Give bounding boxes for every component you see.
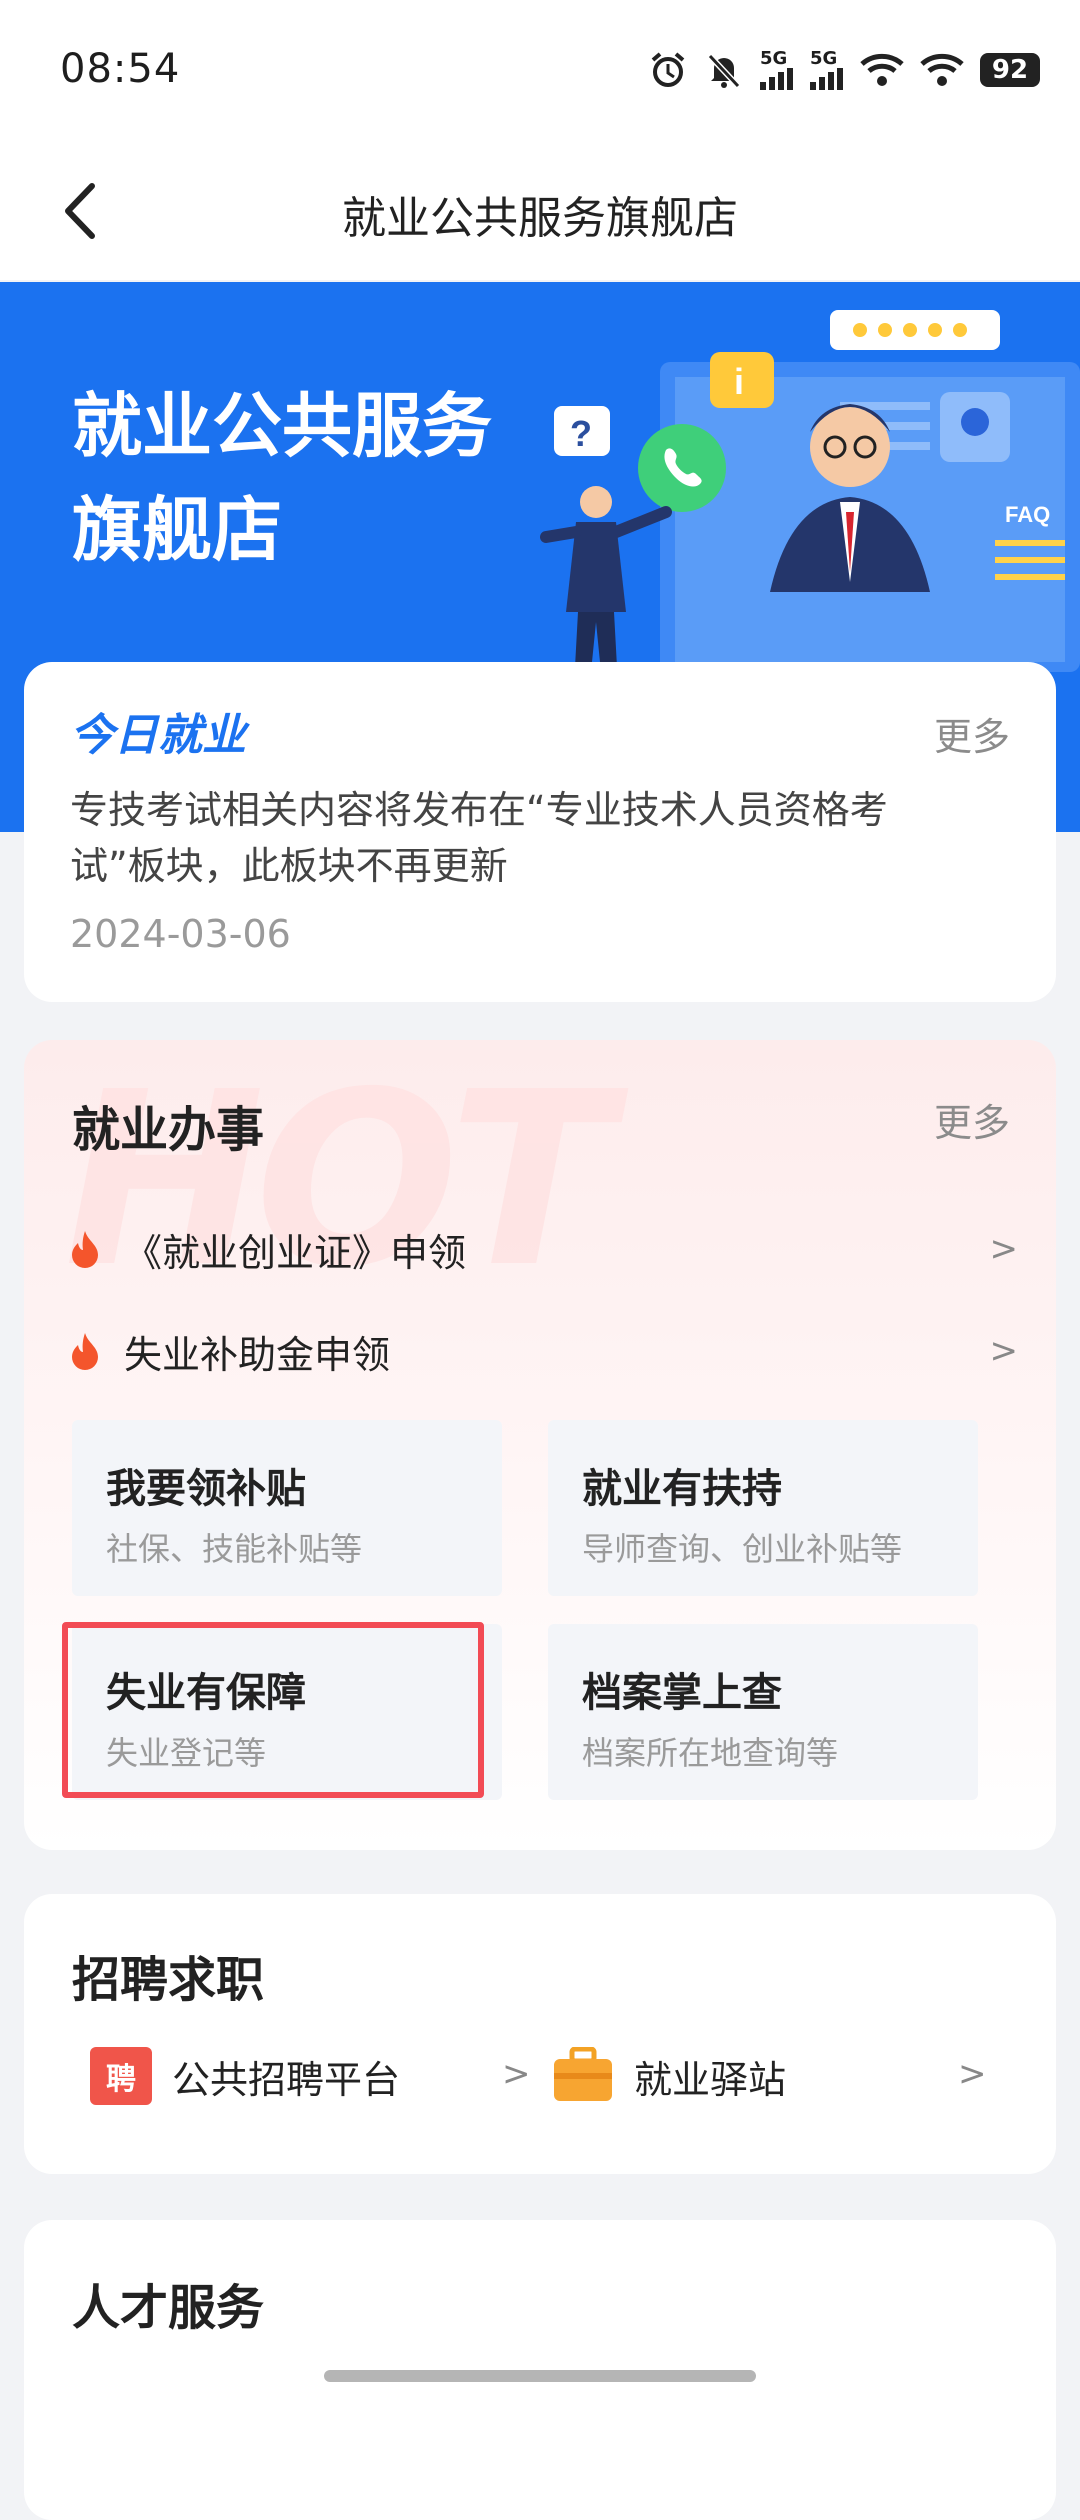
recruitment-item-label: 公共招聘平台 <box>172 2057 401 2102</box>
mute-bell-icon <box>707 53 741 89</box>
status-time: 08:54 <box>60 46 181 92</box>
recruitment-card: 招聘求职 聘 公共招聘平台 > 就业驿站 > <box>24 1894 1056 2174</box>
tile-subtitle: 导师查询、创业补贴等 <box>582 1530 903 1568</box>
employment-affairs-card: HOT 就业办事 更多 《就业创业证》申领 > 失业补助金申领 > 我要领补贴 … <box>24 1040 1056 1850</box>
svg-text:i: i <box>734 361 744 402</box>
question-bubble-icon: ? <box>554 406 610 456</box>
home-indicator[interactable] <box>324 2370 756 2382</box>
status-bar: 08:54 5G 5G 92 <box>0 0 1080 140</box>
news-headline[interactable]: 专技考试相关内容将发布在“专业技术人员资格考试”板块，此板块不再更新 <box>70 782 970 894</box>
signal-1-icon: 5G <box>760 50 794 90</box>
svg-text:今日就业: 今日就业 <box>70 710 250 761</box>
tile-subsidy[interactable]: 我要领补贴 社保、技能补贴等 <box>72 1420 502 1596</box>
signal-2-icon: 5G <box>810 50 844 90</box>
hot-item-unemployment-subsidy[interactable]: 失业补助金申领 > <box>68 1316 1028 1386</box>
employment-affairs-title: 就业办事 <box>72 1102 265 1158</box>
hot-item-employment-certificate[interactable]: 《就业创业证》申领 > <box>68 1214 1028 1284</box>
signal-1-label: 5G <box>760 48 788 69</box>
chevron-right-icon: > <box>989 1229 1019 1269</box>
today-employment-card: 今日就业 更多 专技考试相关内容将发布在“专业技术人员资格考试”板块，此板块不再… <box>24 662 1056 1002</box>
public-recruitment-platform[interactable]: 聘 公共招聘平台 <box>90 2036 400 2116</box>
recruitment-title: 招聘求职 <box>72 1952 265 2008</box>
signal-2-label: 5G <box>810 48 838 69</box>
tile-title: 就业有扶持 <box>582 1466 782 1512</box>
recruit-icon-label: 聘 <box>106 2062 136 2097</box>
recruitment-item-label: 就业驿站 <box>634 2057 787 2102</box>
tile-title: 我要领补贴 <box>106 1466 306 1512</box>
employment-station[interactable]: 就业驿站 <box>552 2036 786 2116</box>
chevron-right-icon: > <box>958 2054 987 2094</box>
today-employment-logo: 今日就业 <box>70 710 250 761</box>
wifi-2-icon <box>920 53 964 86</box>
hot-item-label: 《就业创业证》申领 <box>124 1230 467 1275</box>
alarm-icon <box>651 52 685 87</box>
employment-affairs-more-link[interactable]: 更多 <box>934 1092 1010 1147</box>
briefcase-icon <box>554 2047 612 2101</box>
hot-item-label: 失业补助金申领 <box>124 1332 391 1377</box>
tile-archive-lookup[interactable]: 档案掌上查 档案所在地查询等 <box>548 1624 978 1800</box>
banner-title: 就业公共服务 旗舰店 <box>72 374 492 582</box>
tile-subtitle: 档案所在地查询等 <box>582 1734 839 1772</box>
banner-title-line1: 就业公共服务 <box>72 385 492 467</box>
battery-indicator: 92 <box>980 53 1040 87</box>
nav-bar: 就业公共服务旗舰店 <box>0 140 1080 280</box>
status-icons: 5G 5G 92 <box>648 48 1040 92</box>
page-title: 就业公共服务旗舰店 <box>342 193 738 244</box>
tile-employment-support[interactable]: 就业有扶持 导师查询、创业补贴等 <box>548 1420 978 1596</box>
faq-label: FAQ <box>1005 502 1050 527</box>
tile-subtitle: 社保、技能补贴等 <box>106 1530 363 1568</box>
selection-highlight <box>62 1622 484 1798</box>
flame-icon <box>72 1333 98 1370</box>
svg-text:?: ? <box>570 413 592 454</box>
news-more-link[interactable]: 更多 <box>934 706 1010 761</box>
news-date: 2024-03-06 <box>70 912 291 956</box>
talent-services-title: 人才服务 <box>72 2280 265 2336</box>
banner-title-line2: 旗舰店 <box>72 489 282 571</box>
flame-icon <box>72 1231 98 1268</box>
chevron-right-icon: > <box>502 2054 531 2094</box>
tile-title: 档案掌上查 <box>582 1670 782 1716</box>
chevron-right-icon: > <box>989 1331 1019 1371</box>
wifi-1-icon <box>860 53 904 86</box>
recruit-icon: 聘 <box>90 2047 152 2105</box>
